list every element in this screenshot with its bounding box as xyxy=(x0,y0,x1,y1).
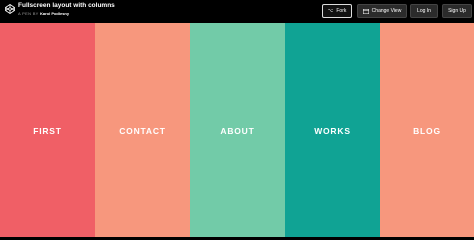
column-blog[interactable]: BLOG xyxy=(380,23,474,237)
signup-label: Sign Up xyxy=(448,8,466,14)
login-label: Log In xyxy=(417,8,431,14)
change-view-button[interactable]: Change View xyxy=(357,4,407,18)
page-title: Fullscreen layout with columns xyxy=(18,2,115,9)
fork-label: Fork xyxy=(336,8,347,14)
signup-button[interactable]: Sign Up xyxy=(442,4,472,18)
top-bar: Fullscreen layout with columns A PEN BY … xyxy=(0,0,474,23)
column-first[interactable]: FIRST xyxy=(0,23,95,237)
column-works[interactable]: WORKS xyxy=(285,23,380,237)
column-contact[interactable]: CONTACT xyxy=(95,23,190,237)
columns-container: FIRST CONTACT ABOUT WORKS BLOG xyxy=(0,23,474,237)
column-about[interactable]: ABOUT xyxy=(190,23,285,237)
author-link[interactable]: Karol Podlesny xyxy=(40,11,69,16)
fork-icon: ⌥ xyxy=(327,7,334,14)
column-label: BLOG xyxy=(413,126,441,136)
column-label: FIRST xyxy=(33,126,62,136)
column-label: CONTACT xyxy=(119,126,166,136)
fork-button[interactable]: ⌥ Fork xyxy=(322,4,352,18)
pen-title-block: Fullscreen layout with columns A PEN BY … xyxy=(18,2,115,16)
column-label: ABOUT xyxy=(220,126,255,136)
byline-prefix: A PEN BY xyxy=(18,10,39,16)
login-button[interactable]: Log In xyxy=(410,4,438,18)
change-view-label: Change View xyxy=(371,8,402,14)
codepen-logo-icon[interactable] xyxy=(5,4,15,14)
column-label: WORKS xyxy=(314,126,351,136)
layout-icon xyxy=(362,8,369,14)
pen-byline: A PEN BY Karol Podlesny xyxy=(18,10,115,16)
